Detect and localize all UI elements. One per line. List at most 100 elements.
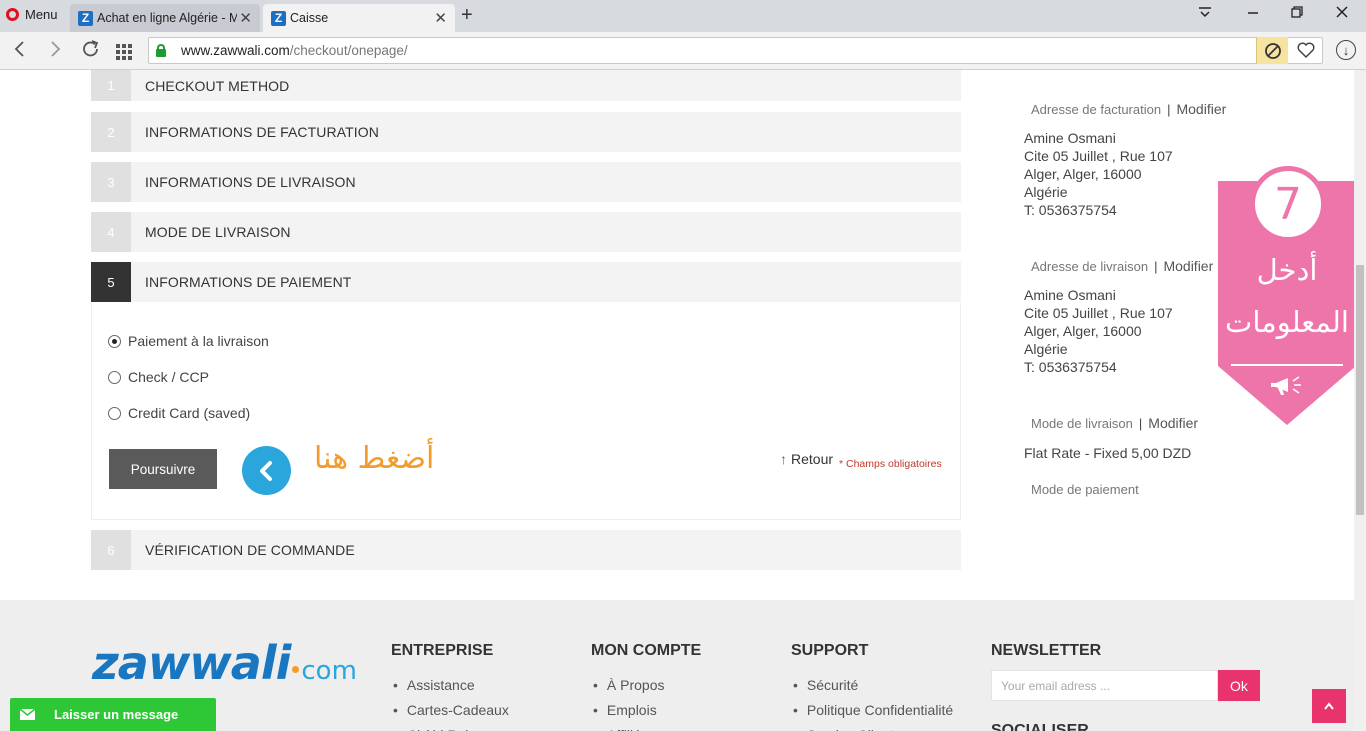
step-number: 6 [91, 530, 131, 570]
footer-link[interactable]: Assistance [393, 672, 509, 697]
newsletter-ok-button[interactable]: Ok [1218, 670, 1260, 701]
up-arrow-icon: ↑ [780, 451, 787, 467]
step-order-review[interactable]: 6 VÉRIFICATION DE COMMANDE [91, 530, 961, 570]
back-icon[interactable] [10, 38, 30, 66]
address-line: Alger, Alger, 16000 [1024, 323, 1142, 339]
zawwali-favicon-icon: Z [78, 10, 93, 26]
continue-button[interactable]: Poursuivre [109, 449, 217, 489]
menu-label: Menu [25, 7, 58, 22]
forward-icon[interactable] [45, 38, 65, 66]
logo-text: zawwali [92, 636, 291, 690]
address-line: Amine Osmani [1024, 130, 1116, 146]
payment-method-title: Mode de paiement [1031, 482, 1139, 497]
step-number: 2 [91, 112, 131, 152]
page-scrollbar[interactable] [1354, 70, 1366, 731]
payment-option-cod[interactable]: Paiement à la livraison [108, 333, 269, 349]
step-label: INFORMATIONS DE LIVRAISON [145, 174, 356, 190]
address-line: Cite 05 Juillet , Rue 107 [1024, 148, 1173, 164]
step-label: CHECKOUT METHOD [145, 77, 290, 94]
step-number: 3 [91, 162, 131, 202]
footer-link[interactable]: Service Client [793, 722, 953, 731]
modify-shipping-method-link[interactable]: Modifier [1148, 415, 1198, 431]
step-billing-information[interactable]: 2 INFORMATIONS DE FACTURATION [91, 112, 961, 152]
address-bar: www.zawwali.com/checkout/onepage/ ↓ [0, 32, 1366, 70]
scrollbar-thumb[interactable] [1356, 265, 1364, 515]
new-tab-icon[interactable]: + [461, 4, 473, 27]
step-number: 5 [91, 262, 131, 302]
step-label: INFORMATIONS DE FACTURATION [145, 124, 379, 140]
step-shipping-information[interactable]: 3 INFORMATIONS DE LIVRAISON [91, 162, 961, 202]
footer-link[interactable]: Emplois [593, 697, 665, 722]
zawwali-favicon-icon: Z [271, 10, 286, 26]
step-checkout-method[interactable]: 1 CHECKOUT METHOD [91, 70, 961, 101]
footer-link[interactable]: À Propos [593, 672, 665, 697]
tab-achat-en-ligne[interactable]: Z Achat en ligne Algérie - M ✕ [70, 4, 260, 32]
footer-col-title: ENTREPRISE [391, 642, 494, 659]
megaphone-icon [1268, 373, 1308, 404]
step-payment-information[interactable]: 5 INFORMATIONS DE PAIEMENT [91, 262, 961, 302]
minimize-icon[interactable] [1245, 4, 1261, 25]
close-tab-icon[interactable]: ✕ [434, 9, 447, 27]
close-tab-icon[interactable]: ✕ [239, 9, 252, 27]
payment-option-check-ccp[interactable]: Check / CCP [108, 369, 209, 385]
newsletter-email-input[interactable]: Your email adress ... [991, 670, 1218, 701]
back-link[interactable]: ↑ Retour [780, 451, 833, 467]
step-ribbon-overlay: 7 أدخل المعلومات [1218, 163, 1354, 425]
step-number: 1 [91, 70, 131, 101]
zawwali-logo[interactable]: zawwali com [92, 636, 357, 690]
address-line: T: 0536375754 [1024, 202, 1117, 218]
bookmark-heart-icon[interactable] [1296, 40, 1316, 65]
payment-option-label: Credit Card (saved) [128, 405, 251, 421]
tab-menu-icon[interactable] [1197, 4, 1213, 25]
browser-tab-bar: Menu Z Achat en ligne Algérie - M ✕ Z Ca… [0, 0, 1366, 32]
ribbon-text-information: المعلومات [1225, 305, 1349, 339]
modify-billing-link[interactable]: Modifier [1176, 101, 1226, 117]
url-host: www.zawwali.com [181, 43, 290, 58]
footer-link[interactable]: Affiliés [593, 722, 665, 731]
tab-caisse[interactable]: Z Caisse ✕ [263, 4, 455, 32]
logo-suffix: com [301, 656, 357, 686]
address-line: Amine Osmani [1024, 287, 1116, 303]
modify-shipping-link[interactable]: Modifier [1163, 258, 1213, 274]
radio-button[interactable] [108, 334, 121, 348]
footer-link[interactable]: Sécurité [793, 672, 953, 697]
footer-links-mon-compte: À Propos Emplois Affiliés [593, 672, 665, 731]
shipping-method-header: Mode de livraison | Modifier [1031, 415, 1199, 431]
payment-option-credit-card[interactable]: Credit Card (saved) [108, 405, 250, 421]
url-path: /checkout/onepage/ [289, 43, 408, 58]
step-shipping-method[interactable]: 4 MODE DE LIVRAISON [91, 212, 961, 252]
opera-menu-button[interactable]: Menu [6, 7, 58, 22]
shipping-method-value: Flat Rate - Fixed 5,00 DZD [1024, 445, 1192, 461]
back-label: Retour [791, 451, 834, 467]
step-label: INFORMATIONS DE PAIEMENT [145, 274, 352, 290]
step-label: VÉRIFICATION DE COMMANDE [145, 542, 355, 558]
footer-col-title: SUPPORT [791, 642, 869, 659]
billing-address-header: Adresse de facturation | Modifier [1031, 101, 1227, 117]
ad-block-icon[interactable] [1256, 37, 1288, 64]
newsletter-title: NEWSLETTER [991, 642, 1102, 659]
shipping-address-block: Amine Osmani Cite 05 Juillet , Rue 107 A… [1024, 286, 1173, 376]
footer-link[interactable]: Politique Confidentialité [793, 697, 953, 722]
billing-address-title: Adresse de facturation [1031, 102, 1162, 117]
footer-links-support: Sécurité Politique Confidentialité Servi… [793, 672, 953, 731]
shipping-address-header: Adresse de livraison | Modifier [1031, 258, 1214, 274]
reload-icon[interactable] [80, 38, 102, 66]
payment-method-header: Mode de paiement [1031, 482, 1139, 497]
url-field[interactable]: www.zawwali.com/checkout/onepage/ [148, 37, 1323, 64]
speed-dial-icon[interactable] [115, 41, 133, 67]
footer-link[interactable]: Cartes-Cadeaux [393, 697, 509, 722]
step-label: MODE DE LIVRAISON [145, 224, 291, 240]
scroll-to-top-button[interactable] [1312, 689, 1346, 723]
live-chat-button[interactable]: Laisser un message [10, 698, 216, 731]
checkout-page: 1 CHECKOUT METHOD 2 INFORMATIONS DE FACT… [0, 70, 1354, 731]
restore-icon[interactable] [1289, 4, 1305, 25]
press-here-annotation: أضغط هنا [314, 441, 435, 476]
payment-panel: Paiement à la livraison Check / CCP Cred… [91, 303, 961, 520]
radio-button[interactable] [108, 406, 121, 420]
download-icon[interactable]: ↓ [1336, 40, 1356, 60]
ribbon-text-enter: أدخل [1256, 253, 1318, 287]
close-window-icon[interactable] [1334, 4, 1350, 25]
radio-button[interactable] [108, 370, 121, 384]
footer-link[interactable]: Chèbi Rebon [393, 722, 509, 731]
tab-title: Caisse [290, 11, 329, 25]
